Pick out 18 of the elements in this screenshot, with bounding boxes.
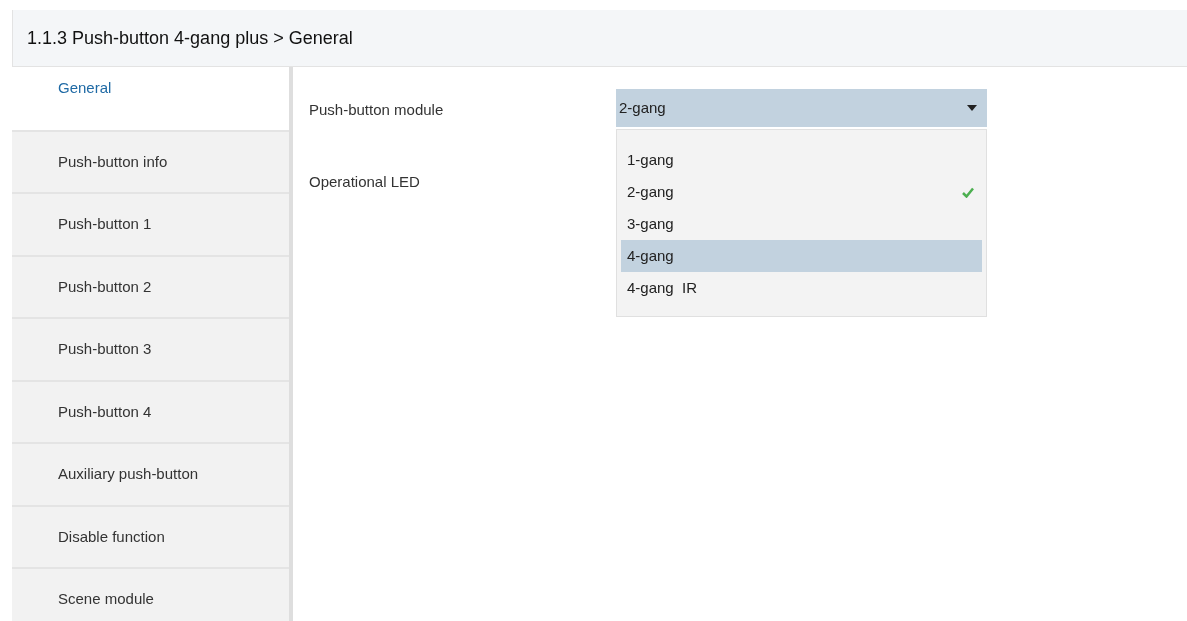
page-title: 1.1.3 Push-button 4-gang plus > General: [27, 26, 353, 50]
dropdown-option[interactable]: 2-gang: [621, 176, 982, 208]
sidebar-item[interactable]: Push-button 2: [12, 254, 289, 317]
sidebar-item[interactable]: Disable function: [12, 504, 289, 567]
sidebar-item[interactable]: Push-button info: [12, 129, 289, 192]
dropdown-option[interactable]: 4-gang IR: [621, 272, 982, 304]
dropdown-field[interactable]: 2-gang: [616, 89, 987, 127]
dropdown-option[interactable]: 4-gang: [621, 240, 982, 272]
parameter-label: Push-button module: [309, 100, 445, 120]
dropdown-option[interactable]: 3-gang: [621, 208, 982, 240]
dropdown-arrow-icon: [967, 105, 977, 111]
parameter-label: Operational LED: [309, 172, 421, 192]
dropdown-option[interactable]: 1-gang: [621, 144, 982, 176]
sidebar-item[interactable]: Push-button 1: [12, 192, 289, 255]
sidebar-item[interactable]: Push-button 3: [12, 317, 289, 380]
sidebar-item[interactable]: Push-button 4: [12, 379, 289, 442]
sidebar-item[interactable]: Auxiliary push-button: [12, 442, 289, 505]
sidebar-item[interactable]: Scene module: [12, 567, 289, 621]
